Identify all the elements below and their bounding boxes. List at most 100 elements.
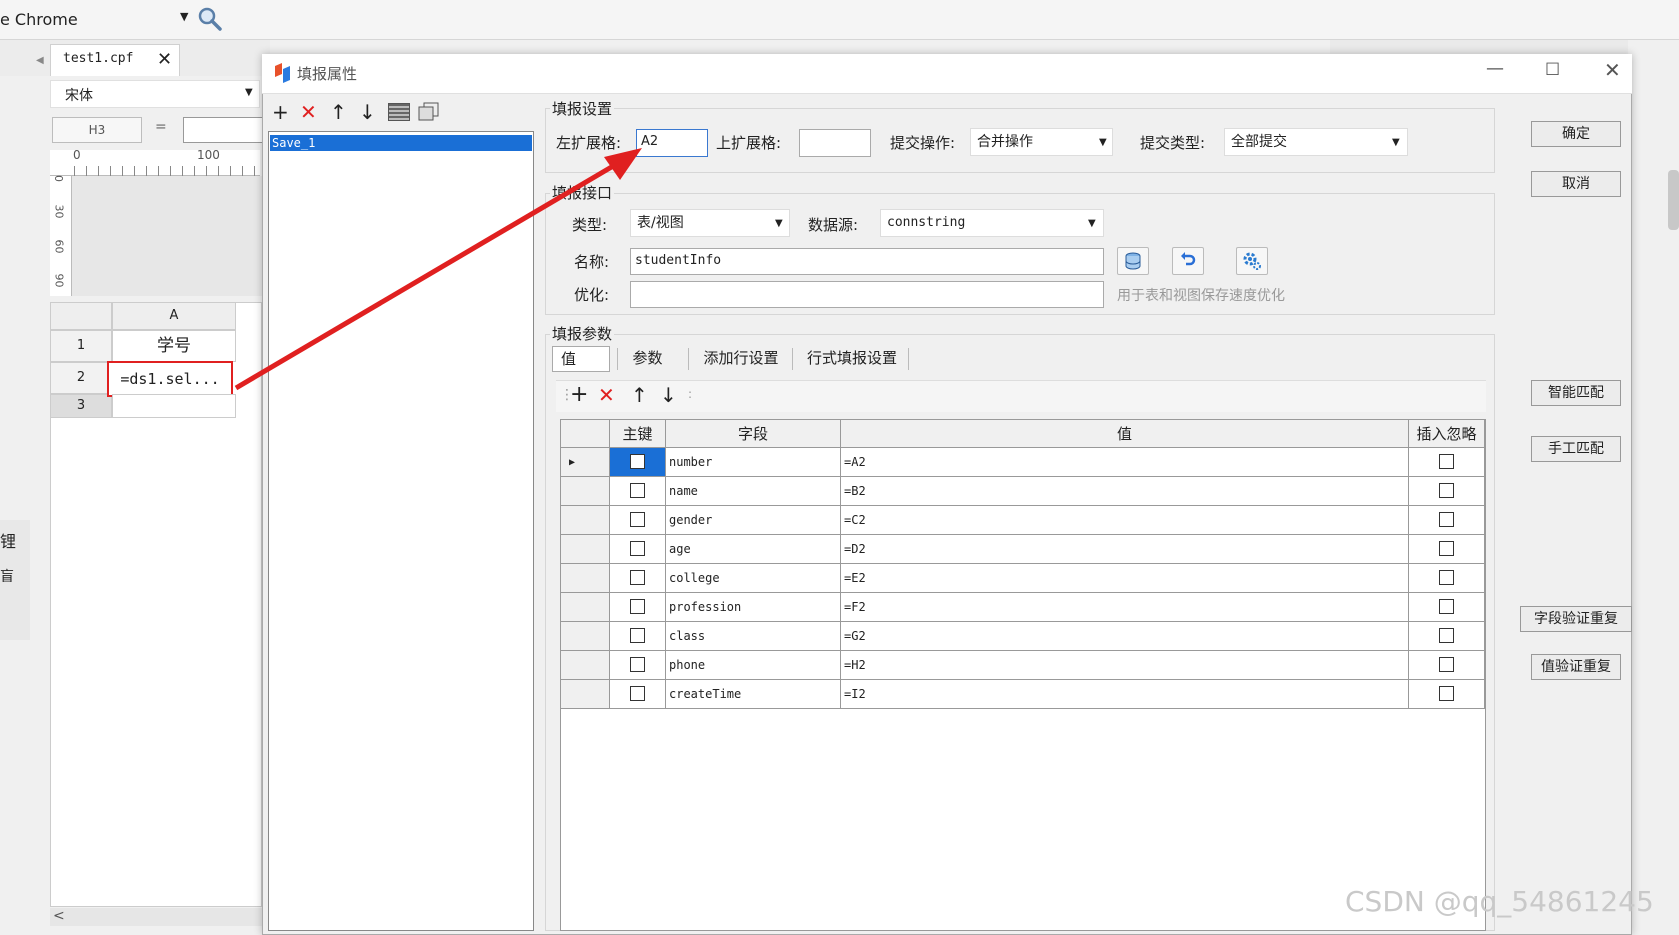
insert-ignore-checkbox[interactable] bbox=[1439, 628, 1454, 643]
insert-ignore-checkbox[interactable] bbox=[1439, 570, 1454, 585]
delete-icon[interactable]: ✕ bbox=[598, 383, 615, 407]
scroll-left-icon[interactable]: < bbox=[53, 908, 65, 924]
column-header[interactable]: 主键 bbox=[610, 420, 666, 448]
primary-key-cell[interactable] bbox=[610, 564, 666, 593]
undo-icon[interactable] bbox=[1172, 247, 1204, 275]
formula-input[interactable] bbox=[183, 117, 263, 143]
minimize-icon[interactable]: — bbox=[1486, 58, 1504, 79]
field-cell[interactable]: phone bbox=[666, 651, 841, 680]
value-cell[interactable]: =E2 bbox=[841, 564, 1409, 593]
insert-ignore-checkbox[interactable] bbox=[1439, 686, 1454, 701]
datasource-select[interactable]: connstring bbox=[880, 209, 1104, 237]
primary-key-cell[interactable] bbox=[610, 477, 666, 506]
insert-ignore-cell[interactable] bbox=[1409, 564, 1485, 593]
chevron-down-icon[interactable]: ▼ bbox=[245, 87, 253, 98]
column-header[interactable]: 值 bbox=[841, 420, 1409, 448]
insert-ignore-checkbox[interactable] bbox=[1439, 541, 1454, 556]
insert-ignore-cell[interactable] bbox=[1409, 477, 1485, 506]
list-item[interactable]: Save_1 bbox=[270, 135, 532, 151]
value-cell[interactable]: =H2 bbox=[841, 651, 1409, 680]
insert-ignore-cell[interactable] bbox=[1409, 448, 1485, 477]
grid-row-selector[interactable]: ▶ bbox=[561, 448, 610, 477]
primary-key-checkbox[interactable] bbox=[630, 454, 645, 469]
primary-key-checkbox[interactable] bbox=[630, 512, 645, 527]
top-expand-input[interactable] bbox=[799, 129, 871, 157]
value-cell[interactable]: =D2 bbox=[841, 535, 1409, 564]
primary-key-cell[interactable] bbox=[610, 535, 666, 564]
move-down-icon[interactable]: ↓ bbox=[359, 100, 376, 124]
primary-key-cell[interactable] bbox=[610, 506, 666, 535]
sheet-corner[interactable] bbox=[50, 302, 112, 330]
insert-ignore-checkbox[interactable] bbox=[1439, 657, 1454, 672]
design-canvas[interactable] bbox=[72, 176, 262, 296]
save-list[interactable] bbox=[268, 131, 534, 931]
column-header-a[interactable]: A bbox=[112, 302, 236, 330]
primary-key-cell[interactable] bbox=[610, 448, 666, 477]
manual-match-button[interactable]: 手工匹配 bbox=[1531, 436, 1621, 462]
primary-key-checkbox[interactable] bbox=[630, 657, 645, 672]
field-cell[interactable]: number bbox=[666, 448, 841, 477]
primary-key-checkbox[interactable] bbox=[630, 599, 645, 614]
move-down-icon[interactable]: ↓ bbox=[660, 383, 677, 407]
primary-key-checkbox[interactable] bbox=[630, 628, 645, 643]
chevron-down-icon[interactable]: ▼ bbox=[775, 218, 783, 229]
value-cell[interactable]: =I2 bbox=[841, 680, 1409, 709]
grid-row-selector[interactable] bbox=[561, 477, 610, 506]
primary-key-checkbox[interactable] bbox=[630, 570, 645, 585]
value-cell[interactable]: =C2 bbox=[841, 506, 1409, 535]
tab-params[interactable]: 参数 bbox=[625, 346, 670, 372]
optimize-input[interactable] bbox=[630, 281, 1104, 308]
type-select[interactable]: 表/视图 bbox=[630, 209, 790, 237]
scroll-left-icon[interactable]: ◀ bbox=[36, 55, 44, 66]
horizontal-scrollbar[interactable] bbox=[50, 908, 262, 926]
submit-op-select[interactable]: 合并操作 bbox=[970, 128, 1113, 156]
insert-ignore-checkbox[interactable] bbox=[1439, 512, 1454, 527]
chevron-down-icon[interactable]: ▼ bbox=[1088, 218, 1096, 229]
move-up-icon[interactable]: ↑ bbox=[631, 383, 648, 407]
cell-a3[interactable] bbox=[112, 394, 236, 418]
grid-row-selector[interactable] bbox=[561, 535, 610, 564]
settings-icon[interactable] bbox=[1236, 247, 1268, 275]
chevron-down-icon[interactable]: ▼ bbox=[1392, 137, 1400, 148]
move-up-icon[interactable]: ↑ bbox=[330, 100, 347, 124]
grid-row-selector[interactable] bbox=[561, 680, 610, 709]
row-header[interactable]: 2 bbox=[50, 362, 112, 394]
grid-row-selector[interactable] bbox=[561, 622, 610, 651]
insert-ignore-checkbox[interactable] bbox=[1439, 483, 1454, 498]
field-cell[interactable]: createTime bbox=[666, 680, 841, 709]
tab-value[interactable]: 值 bbox=[552, 346, 610, 372]
value-cell[interactable]: =B2 bbox=[841, 477, 1409, 506]
column-header[interactable]: 字段 bbox=[666, 420, 841, 448]
field-cell[interactable]: age bbox=[666, 535, 841, 564]
chevron-down-icon[interactable]: ▼ bbox=[180, 10, 188, 23]
primary-key-checkbox[interactable] bbox=[630, 483, 645, 498]
primary-key-cell[interactable] bbox=[610, 680, 666, 709]
copy-icon[interactable] bbox=[418, 102, 440, 122]
left-expand-input[interactable]: A2 bbox=[636, 129, 708, 157]
primary-key-checkbox[interactable] bbox=[630, 686, 645, 701]
tab-add-row[interactable]: 添加行设置 bbox=[697, 346, 785, 372]
field-cell[interactable]: name bbox=[666, 477, 841, 506]
add-icon[interactable]: + bbox=[272, 100, 289, 124]
primary-key-cell[interactable] bbox=[610, 622, 666, 651]
maximize-icon[interactable]: ☐ bbox=[1545, 60, 1560, 80]
value-cell[interactable]: =F2 bbox=[841, 593, 1409, 622]
column-header[interactable]: 插入忽略 bbox=[1409, 420, 1485, 448]
field-cell[interactable]: gender bbox=[666, 506, 841, 535]
close-icon[interactable]: ✕ bbox=[157, 49, 172, 70]
primary-key-cell[interactable] bbox=[610, 651, 666, 680]
insert-ignore-cell[interactable] bbox=[1409, 506, 1485, 535]
grid-row-selector[interactable] bbox=[561, 564, 610, 593]
grid-row-selector[interactable] bbox=[561, 593, 610, 622]
database-icon[interactable] bbox=[1117, 247, 1149, 275]
cancel-button[interactable]: 取消 bbox=[1531, 171, 1621, 197]
list-icon[interactable] bbox=[388, 103, 410, 121]
insert-ignore-checkbox[interactable] bbox=[1439, 599, 1454, 614]
grid-row-selector[interactable] bbox=[561, 506, 610, 535]
insert-ignore-cell[interactable] bbox=[1409, 680, 1485, 709]
insert-ignore-cell[interactable] bbox=[1409, 622, 1485, 651]
value-dup-check-button[interactable]: 值验证重复 bbox=[1531, 654, 1621, 680]
row-header[interactable]: 1 bbox=[50, 330, 112, 362]
insert-ignore-checkbox[interactable] bbox=[1439, 454, 1454, 469]
ok-button[interactable]: 确定 bbox=[1531, 121, 1621, 147]
